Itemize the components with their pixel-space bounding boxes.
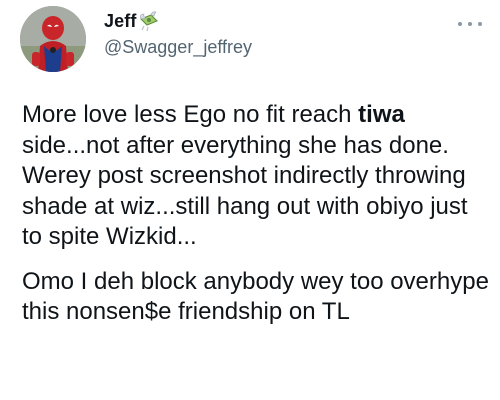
money-with-wings-icon (138, 10, 160, 32)
tweet-paragraph-1: More love less Ego no fit reach tiwa sid… (22, 100, 492, 253)
more-options-icon[interactable] (458, 14, 482, 34)
user-handle[interactable]: @Swagger_jeffrey (104, 37, 252, 58)
name-row: Jeff (104, 8, 160, 34)
tweet-text: More love less Ego no fit reach tiwa sid… (22, 100, 492, 328)
avatar-image (20, 6, 86, 72)
display-name[interactable]: Jeff (104, 11, 136, 32)
dot-icon (458, 22, 462, 26)
tweet-card: Jeff @Swagger_jeffrey More love less Ego… (0, 0, 500, 400)
dot-icon (468, 22, 472, 26)
dot-icon (478, 22, 482, 26)
tweet-bold-word: tiwa (358, 101, 405, 128)
tweet-text-segment: More love less Ego no fit reach (22, 101, 359, 128)
tweet-text-segment: side...not after everything she has done… (22, 131, 468, 251)
avatar[interactable] (20, 6, 86, 72)
tweet-paragraph-2: Omo I deh block anybody wey too overhype… (22, 267, 489, 326)
